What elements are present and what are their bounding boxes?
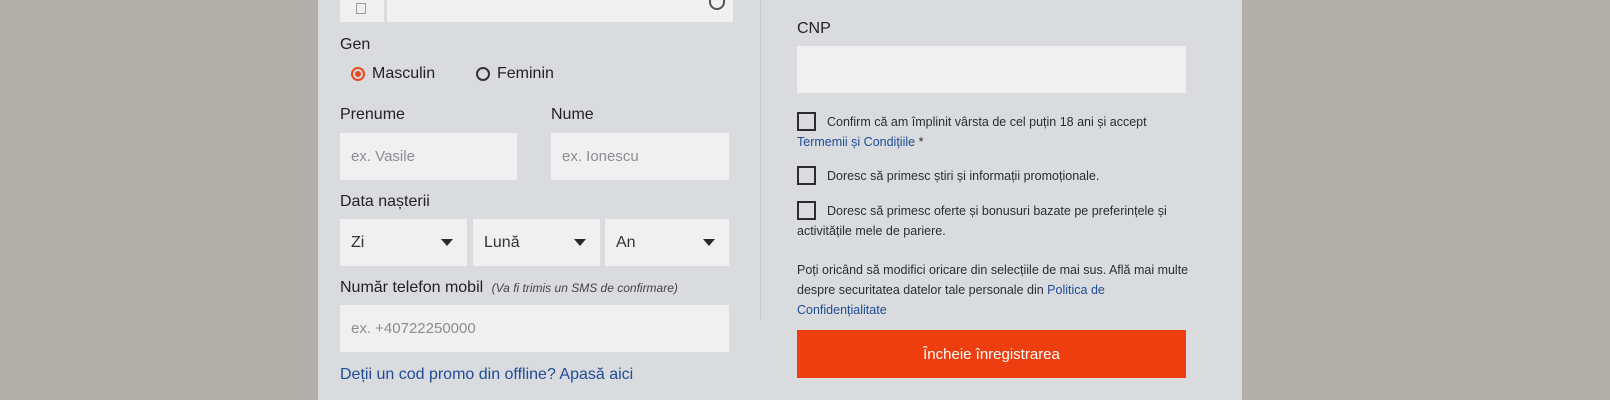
- consent-news-text: Doresc să primesc știri și informații pr…: [827, 169, 1100, 183]
- consent-news-checkbox[interactable]: [797, 166, 816, 185]
- phone-input[interactable]: ex. +40722250000: [340, 305, 729, 352]
- phone-hint: (Va fi trimis un SMS de confirmare): [491, 281, 678, 295]
- promo-code-link[interactable]: Deții un cod promo din offline? Apasă ai…: [340, 366, 633, 384]
- day-select[interactable]: Zi: [340, 219, 467, 266]
- consent-offers-checkbox[interactable]: [797, 201, 816, 220]
- finish-registration-button[interactable]: Încheie înregistrarea: [797, 330, 1186, 378]
- consent-offers-text: Doresc să primesc oferte și bonusuri baz…: [797, 204, 1167, 238]
- last-name-label: Nume: [551, 106, 594, 123]
- terms-link[interactable]: Termemii și Condițiile: [797, 135, 915, 149]
- consent-offers-row: Doresc să primesc oferte și bonusuri baz…: [797, 201, 1187, 241]
- first-name-input[interactable]: ex. Vasile: [340, 133, 517, 180]
- phone-label: Număr telefon mobil (Va fi trimis un SMS…: [340, 279, 678, 297]
- consent-age-text: Confirm că am împlinit vârsta de cel puț…: [827, 115, 1147, 129]
- radio-unselected-icon: [476, 67, 490, 81]
- day-select-value: Zi: [351, 233, 365, 251]
- password-input[interactable]: [387, 0, 733, 22]
- phone-label-text: Număr telefon mobil: [340, 279, 484, 296]
- gender-label: Gen: [340, 36, 371, 53]
- year-select[interactable]: An: [605, 219, 729, 266]
- prefix-icon: [356, 3, 366, 14]
- column-divider: [760, 0, 761, 320]
- gender-option-female: Feminin: [497, 65, 554, 82]
- privacy-note-text: Poți oricând să modifici oricare din sel…: [797, 263, 1189, 297]
- year-select-value: An: [616, 233, 636, 251]
- chevron-down-icon: [574, 239, 586, 246]
- gender-option-male: Masculin: [372, 65, 436, 82]
- consent-age-row: Confirm că am împlinit vârsta de cel puț…: [797, 112, 1187, 152]
- radio-selected-icon: [351, 67, 365, 81]
- birth-date-label: Data nașterii: [340, 193, 430, 210]
- chevron-down-icon: [441, 239, 453, 246]
- gender-radio-male[interactable]: Masculin: [351, 65, 435, 83]
- required-mark: *: [918, 135, 924, 149]
- month-select-value: Lună: [484, 233, 520, 251]
- privacy-note: Poți oricând să modifici oricare din sel…: [797, 260, 1192, 320]
- cnp-input[interactable]: [797, 46, 1186, 93]
- cnp-label: CNP: [797, 20, 831, 37]
- consent-news-row: Doresc să primesc știri și informații pr…: [797, 166, 1187, 186]
- chevron-down-icon: [703, 239, 715, 246]
- gender-radio-female[interactable]: Feminin: [476, 65, 554, 83]
- first-name-label: Prenume: [340, 106, 405, 123]
- month-select[interactable]: Lună: [473, 219, 600, 266]
- consent-age-checkbox[interactable]: [797, 112, 816, 131]
- last-name-input[interactable]: ex. Ionescu: [551, 133, 729, 180]
